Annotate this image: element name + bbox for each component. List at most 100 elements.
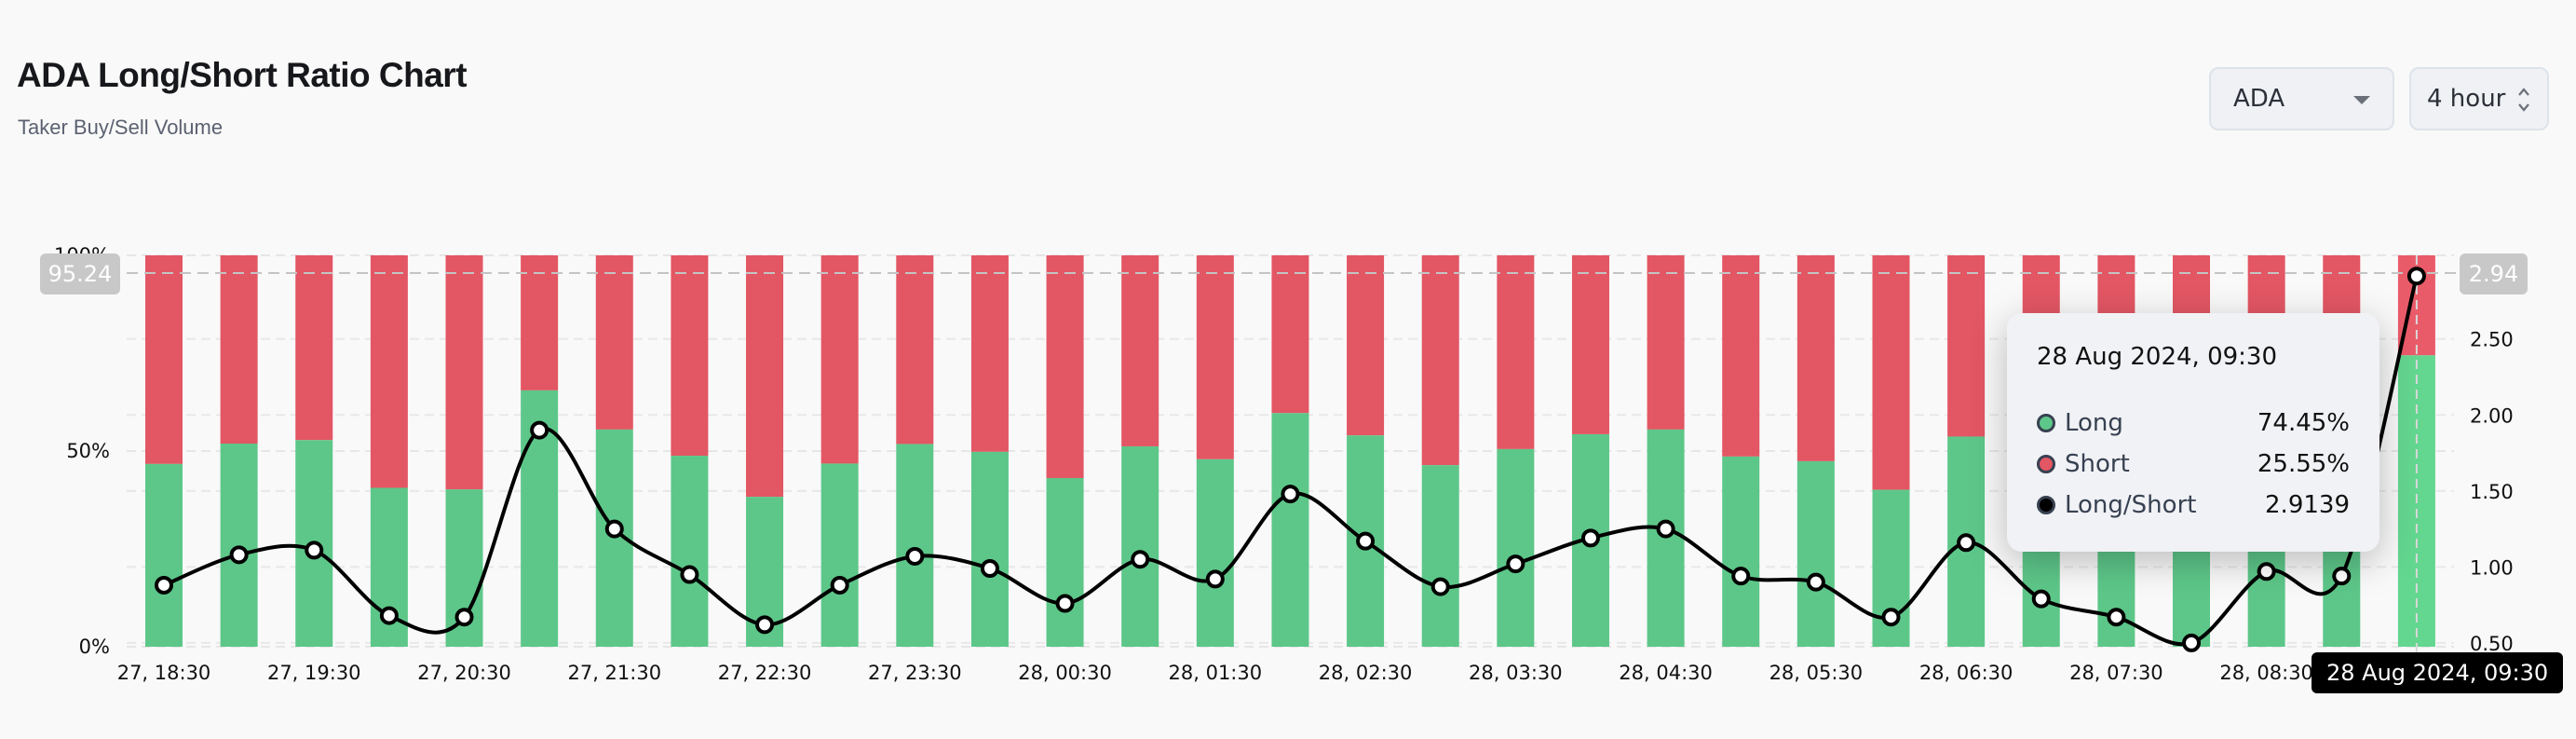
bar-long xyxy=(1421,465,1459,647)
crosshair-left-value: 95.24 xyxy=(40,253,120,294)
bar-short xyxy=(1497,255,1535,449)
bar-short xyxy=(746,255,784,498)
bar-long xyxy=(1046,477,1084,647)
y-right-tick-label: 1.00 xyxy=(2470,556,2514,579)
bar-short xyxy=(1421,255,1459,466)
x-tick-label: 27, 18:30 xyxy=(117,662,211,684)
ratio-dot-icon xyxy=(2037,496,2055,514)
ratio-point xyxy=(755,615,775,635)
bar-short xyxy=(1872,255,1910,490)
bar-long xyxy=(1121,445,1159,647)
bar-short xyxy=(1647,255,1685,430)
ratio-point xyxy=(1957,533,1976,553)
bar-short xyxy=(145,255,183,464)
ratio-point xyxy=(1430,577,1450,596)
bar-short xyxy=(370,255,408,488)
bar-short xyxy=(220,255,258,445)
x-tick-label: 28, 08:30 xyxy=(2219,662,2313,684)
bar-short xyxy=(445,255,483,490)
x-tick-label: 28, 07:30 xyxy=(2069,662,2163,684)
bar-long xyxy=(1196,458,1234,647)
ratio-point xyxy=(1506,554,1525,574)
ratio-point xyxy=(680,565,699,584)
x-tick-label: 27, 20:30 xyxy=(417,662,511,684)
x-tick-label: 28, 05:30 xyxy=(1769,662,1864,684)
x-tick-label: 28, 04:30 xyxy=(1619,662,1713,684)
bar-short xyxy=(1121,255,1159,446)
bar-short xyxy=(1796,255,1835,461)
bar-short xyxy=(595,255,633,430)
bar-short xyxy=(295,255,333,441)
ratio-point xyxy=(1356,531,1376,551)
bar-long xyxy=(220,444,258,647)
bar-long xyxy=(671,456,709,647)
x-axis: 27, 18:30 27, 19:30 27, 20:30 27, 21:30 27, … xyxy=(117,662,2313,684)
ratio-point xyxy=(1806,572,1825,592)
tooltip-row-short: Short 25.55% xyxy=(2037,444,2350,485)
ratio-point xyxy=(2407,267,2426,286)
x-tick-label: 27, 19:30 xyxy=(267,662,361,684)
bar-long xyxy=(1271,413,1309,647)
ratio-point xyxy=(2031,589,2051,609)
crosshair-right-value: 2.94 xyxy=(2460,253,2528,294)
bar-long xyxy=(1796,460,1835,647)
bar-long xyxy=(820,463,859,647)
long-dot-icon xyxy=(2037,414,2055,432)
crosshair-x-label: 28 Aug 2024, 09:30 xyxy=(2312,652,2564,693)
bar-short xyxy=(970,255,1009,452)
x-tick-label: 28, 00:30 xyxy=(1018,662,1112,684)
bar-long xyxy=(1497,448,1535,647)
tooltip-row-ratio: Long/Short 2.9139 xyxy=(2037,485,2350,526)
bar-short xyxy=(820,255,859,464)
ratio-point xyxy=(530,420,549,440)
tooltip: 28 Aug 2024, 09:30 Long 74.45% Short 25.… xyxy=(2007,313,2379,552)
tooltip-label: Long xyxy=(2065,409,2123,437)
bar-long xyxy=(145,463,183,647)
ratio-point xyxy=(604,519,624,539)
bar-long xyxy=(970,451,1009,647)
ratio-point xyxy=(155,575,173,595)
ratio-point xyxy=(1131,550,1150,569)
bar-short xyxy=(896,255,934,445)
bar-short xyxy=(1196,255,1234,459)
left-axis: 0%50%100% xyxy=(54,244,110,658)
x-tick-label: 27, 21:30 xyxy=(567,662,661,684)
bar-long xyxy=(1722,456,1760,647)
ratio-point xyxy=(905,546,925,566)
tooltip-value: 25.55% xyxy=(2257,450,2350,478)
ratio-point xyxy=(2257,562,2276,582)
ratio-point xyxy=(1656,519,1675,539)
y-right-tick-label: 2.50 xyxy=(2470,329,2514,351)
right-axis: 0.501.001.502.002.50 xyxy=(2470,329,2514,655)
ratio-point xyxy=(830,575,849,595)
bar-short xyxy=(1722,255,1760,457)
bar-short xyxy=(1271,255,1309,414)
bar-short xyxy=(1571,255,1609,434)
bar-short xyxy=(671,255,709,457)
ratio-point xyxy=(454,608,474,627)
short-dot-icon xyxy=(2037,455,2055,473)
bar-long xyxy=(896,444,934,647)
bar-short xyxy=(1947,255,1986,437)
x-tick-label: 28, 01:30 xyxy=(1169,662,1263,684)
y-right-tick-label: 1.50 xyxy=(2470,481,2514,503)
ratio-point xyxy=(2182,633,2202,652)
x-tick-label: 28, 03:30 xyxy=(1469,662,1563,684)
x-tick-label: 28, 02:30 xyxy=(1319,662,1413,684)
x-tick-label: 27, 23:30 xyxy=(868,662,962,684)
ratio-point xyxy=(379,606,399,625)
y-right-tick-label: 2.00 xyxy=(2470,404,2514,427)
ratio-point xyxy=(980,559,999,578)
x-tick-label: 28, 06:30 xyxy=(1919,662,2013,684)
bar-short xyxy=(1347,255,1385,436)
x-tick-label: 27, 22:30 xyxy=(718,662,812,684)
ratio-point xyxy=(1205,569,1225,589)
tooltip-label: Long/Short xyxy=(2065,491,2197,519)
ratio-point xyxy=(2332,567,2352,586)
ratio-point xyxy=(1055,594,1075,613)
ratio-point xyxy=(1580,528,1600,548)
ratio-point xyxy=(1881,608,1901,627)
tooltip-value: 74.45% xyxy=(2257,409,2350,437)
bar-short xyxy=(1046,255,1084,478)
ratio-point xyxy=(2107,608,2126,627)
